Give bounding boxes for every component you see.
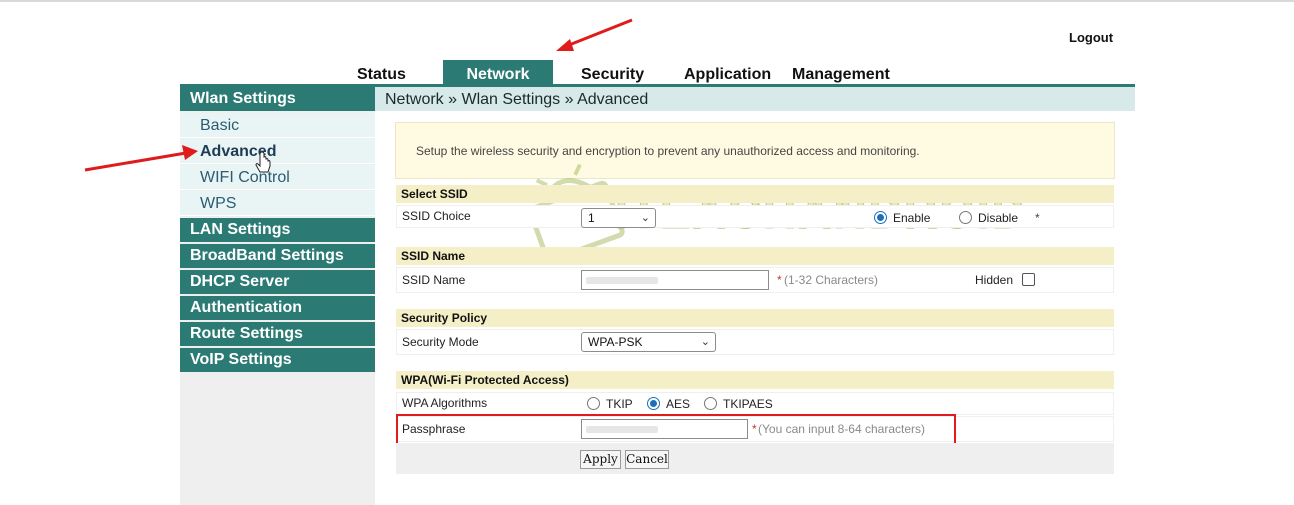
sidebar-item-basic[interactable]: Basic — [180, 113, 375, 138]
sidebar-group-wlan-settings[interactable]: Wlan Settings — [180, 87, 375, 111]
nav-tab-security[interactable]: Security — [581, 60, 644, 86]
wpa-algorithms-label: WPA Algorithms — [402, 396, 488, 410]
wpa-tkipaes-label: TKIPAES — [723, 397, 773, 411]
wpa-tkip-radio[interactable] — [587, 397, 600, 410]
wpa-aes-radio[interactable] — [647, 397, 660, 410]
ssid-name-star: * — [777, 273, 782, 287]
cancel-button[interactable]: Cancel — [625, 450, 669, 469]
ssid-choice-label: SSID Choice — [402, 209, 471, 223]
ssid-name-label: SSID Name — [402, 273, 466, 287]
top-divider — [0, 0, 1294, 2]
ssid-name-input[interactable] — [581, 270, 769, 290]
ssid-choice-star: * — [1035, 211, 1040, 225]
sidebar-item-advanced[interactable]: Advanced — [180, 139, 375, 164]
ssid-disable-radio[interactable] — [959, 211, 972, 224]
chevron-down-icon: ⌄ — [700, 336, 710, 348]
hidden-label: Hidden — [975, 273, 1014, 287]
wpa-tkip-label: TKIP — [606, 397, 633, 411]
section-security-policy: Security Policy — [396, 309, 1114, 327]
breadcrumb: Network » Wlan Settings » Advanced — [375, 87, 1135, 111]
ssid-choice-select[interactable]: 1 ⌄ — [581, 208, 656, 228]
sidebar-group-broadband-settings[interactable]: BroadBand Settings — [180, 244, 375, 268]
section-ssid-name: SSID Name — [396, 247, 1114, 265]
sidebar: Wlan Settings Basic Advanced WIFI Contro… — [180, 87, 375, 505]
ssid-disable-label: Disable — [978, 211, 1019, 225]
security-mode-value: WPA-PSK — [588, 335, 643, 349]
ssid-name-hint: (1-32 Characters) — [784, 273, 879, 287]
sidebar-item-wifi-control[interactable]: WIFI Control — [180, 165, 375, 190]
security-mode-row: Security Mode — [396, 329, 1114, 355]
nav-tab-status[interactable]: Status — [357, 60, 406, 86]
chevron-down-icon: ⌄ — [640, 212, 650, 224]
nav-tab-management[interactable]: Management — [792, 60, 890, 86]
sidebar-group-lan-settings[interactable]: LAN Settings — [180, 218, 375, 242]
sidebar-item-wps[interactable]: WPS — [180, 191, 375, 216]
annotation-arrow-network-icon — [556, 18, 633, 51]
annotation-arrow-advanced-icon — [84, 145, 198, 172]
wpa-tkipaes-radio[interactable] — [704, 397, 717, 410]
security-mode-label: Security Mode — [402, 335, 479, 349]
wpa-aes-label: AES — [666, 397, 691, 411]
ssid-enable-label: Enable — [893, 211, 931, 225]
security-mode-select[interactable]: WPA-PSK ⌄ — [581, 332, 716, 352]
logout-link[interactable]: Logout — [1069, 30, 1113, 45]
button-bar — [396, 443, 1114, 474]
section-select-ssid: Select SSID — [396, 185, 1114, 203]
nav-tab-network[interactable]: Network — [443, 60, 553, 86]
hand-cursor-icon — [255, 152, 271, 173]
redacted-value — [586, 277, 658, 284]
apply-button[interactable]: Apply — [580, 450, 621, 469]
passphrase-highlight-box — [396, 414, 956, 445]
nav-tab-application[interactable]: Application — [684, 60, 771, 86]
sidebar-group-route-settings[interactable]: Route Settings — [180, 322, 375, 346]
sidebar-group-voip-settings[interactable]: VoIP Settings — [180, 348, 375, 372]
ssid-enable-radio[interactable] — [874, 211, 887, 224]
hidden-checkbox[interactable] — [1022, 273, 1035, 286]
sidebar-group-authentication[interactable]: Authentication — [180, 296, 375, 320]
sidebar-group-dhcp-server[interactable]: DHCP Server — [180, 270, 375, 294]
ssid-choice-value: 1 — [588, 211, 595, 225]
section-wpa: WPA(Wi-Fi Protected Access) — [396, 371, 1114, 389]
